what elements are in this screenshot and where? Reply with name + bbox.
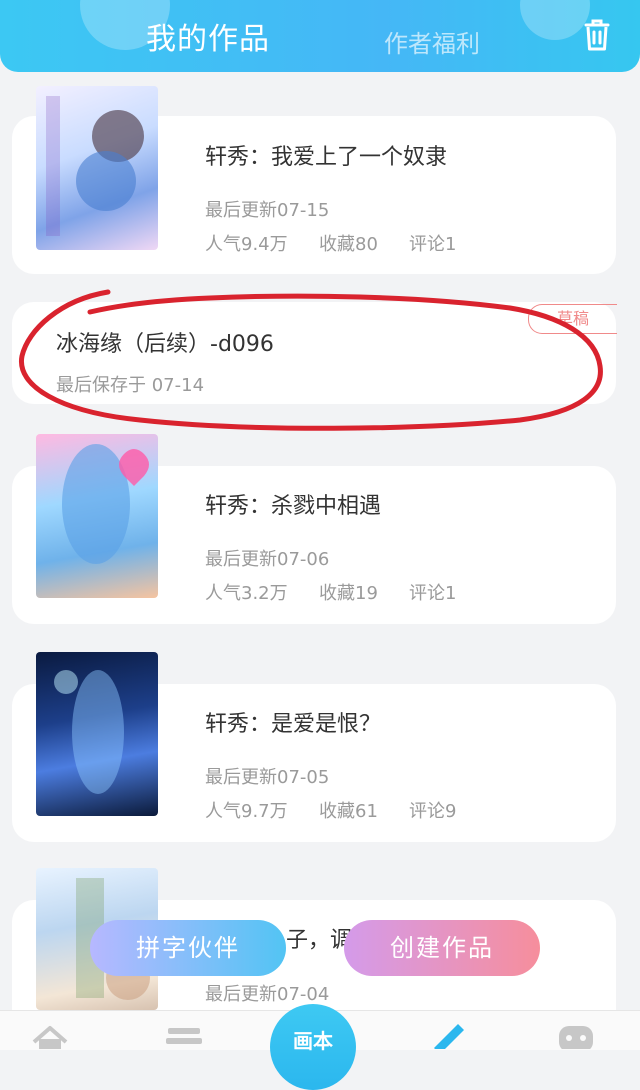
work-popularity: 人气9.7万 [205,801,288,822]
home-icon[interactable] [30,1022,70,1049]
draft-title[interactable]: 冰海缘（后续）-d096 [56,326,274,358]
chat-icon[interactable] [556,1022,596,1049]
header-decoration [520,0,590,40]
tab-author-benefits[interactable]: 作者福利 [384,24,480,59]
work-updated: 最后更新07-06 [205,549,330,570]
work-updated: 最后更新07-15 [205,200,330,221]
draft-badge: 草稿 [528,304,617,334]
work-favorites: 收藏80 [319,234,378,255]
cover-illustration [62,444,149,564]
work-favorites: 收藏61 [319,801,378,822]
work-popularity: 人气3.2万 [205,583,288,604]
work-title[interactable]: 轩秀：杀戮中相遇 [205,488,381,520]
tab-my-works[interactable]: 我的作品 [146,14,270,58]
work-updated: 最后更新07-04 [205,984,330,1005]
work-title[interactable]: 轩秀：是爱是恨？ [205,706,381,738]
cover-illustration [46,96,144,236]
work-title[interactable]: 轩秀：我爱上了一个奴隶 [205,139,447,171]
work-cover-image[interactable] [36,434,158,598]
work-updated: 最后更新07-05 [205,767,330,788]
partner-button[interactable]: 拼字伙伴 [90,920,286,976]
work-comments: 评论1 [409,234,457,255]
work-favorites: 收藏19 [319,583,378,604]
work-cover-image[interactable] [36,652,158,816]
create-work-button[interactable]: 创建作品 [344,920,540,976]
draft-saved-time: 最后保存于 07-14 [56,375,205,396]
pen-icon[interactable] [428,1022,468,1049]
work-popularity: 人气9.4万 [205,234,288,255]
work-comments: 评论1 [409,583,457,604]
work-comments: 评论9 [409,801,457,822]
work-title-partial[interactable]: 子，调 [286,922,352,954]
cover-illustration [54,670,124,794]
top-header: 我的作品 作者福利 [0,0,640,72]
work-cover-image[interactable] [36,86,158,250]
trash-icon[interactable] [582,18,612,52]
center-create-button[interactable]: 画本 [270,1004,356,1090]
books-icon[interactable] [164,1022,204,1049]
